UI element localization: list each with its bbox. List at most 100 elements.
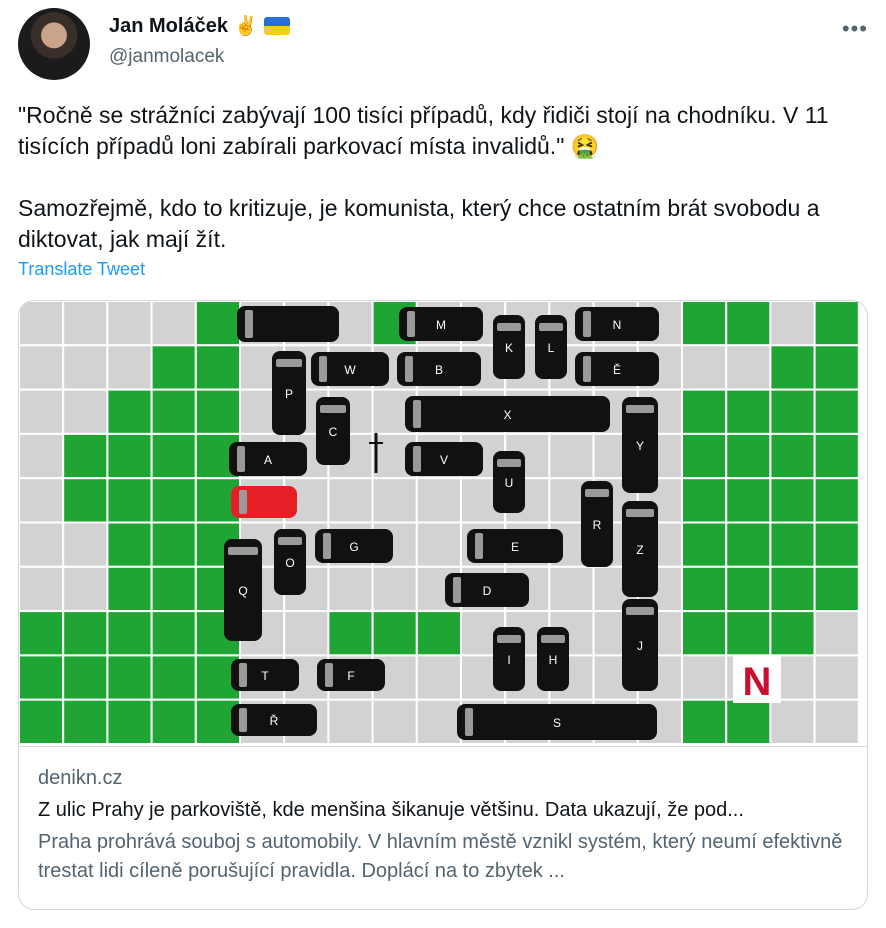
parking-cell: [371, 565, 418, 613]
vehicle-label: G: [349, 540, 358, 554]
vehicle-label: B: [435, 363, 443, 377]
parking-cell: [106, 477, 153, 524]
tweet-text: "Ročně se strážníci zabývají 100 tisíci …: [18, 100, 868, 255]
parking-cell: [769, 698, 816, 746]
card-image[interactable]: M N K L W B Ě P X C A V Y U R G E O Q Z D I H J T F Ř S N: [19, 301, 867, 747]
parking-cell: [725, 521, 772, 568]
vehicle-label: Y: [636, 439, 644, 453]
parking-cell: [813, 388, 860, 435]
vehicle-windshield: [497, 635, 521, 643]
parking-cell: [725, 610, 772, 657]
parking-cell: [725, 477, 772, 524]
parking-cell: [150, 654, 197, 701]
vehicle-windshield: [319, 356, 327, 382]
vehicle-label: N: [613, 318, 622, 332]
parking-cell: [769, 388, 816, 435]
parked-vehicle: K: [493, 315, 525, 379]
vehicle-windshield: [475, 533, 483, 559]
parking-cell: [769, 565, 816, 613]
parking-cell: [681, 477, 728, 524]
parked-vehicle: [237, 306, 339, 342]
vehicle-label: M: [436, 318, 446, 332]
tweet-header: Jan Moláček ✌️ @janmolacek •••: [18, 6, 868, 86]
translate-tweet-link[interactable]: Translate Tweet: [18, 259, 145, 280]
parking-cell: [19, 610, 65, 657]
vehicle-label: E: [511, 540, 519, 554]
vehicle-windshield: [465, 708, 473, 736]
more-options-icon[interactable]: •••: [842, 16, 868, 42]
author-name-row: Jan Moláček ✌️: [109, 14, 290, 38]
parking-cell: [19, 432, 65, 480]
parked-vehicle: N: [575, 307, 659, 341]
parking-cell: [150, 388, 197, 435]
card-description: Praha prohrává souboj s automobily. V hl…: [38, 831, 843, 882]
parking-cell: [371, 698, 418, 746]
parking-cell: [150, 301, 197, 347]
parking-cell: [371, 610, 418, 657]
vehicle-label: Z: [636, 543, 643, 557]
red-car: [231, 486, 297, 518]
vehicle-windshield: [239, 663, 247, 687]
parked-vehicle: D: [445, 573, 529, 607]
parking-cell: [813, 344, 860, 391]
parking-cell: [681, 565, 728, 613]
parking-cell: [725, 565, 772, 613]
parking-cell: [62, 654, 109, 701]
vehicle-windshield: [237, 446, 245, 472]
parking-cell: [813, 698, 860, 746]
vehicle-label: H: [549, 653, 558, 667]
parked-vehicle: I: [493, 627, 525, 691]
vehicle-label: K: [505, 341, 513, 355]
vehicle-windshield: [626, 607, 654, 615]
parking-cell: [769, 432, 816, 480]
card-meta: denikn.cz Z ulic Prahy je parkoviště, kd…: [38, 767, 850, 886]
parking-cell: [415, 654, 462, 701]
parking-cell: [194, 344, 242, 391]
vehicle-windshield: [325, 663, 333, 687]
parked-vehicle: S: [457, 704, 657, 740]
vehicle-windshield: [583, 311, 591, 337]
parking-cell: [106, 698, 153, 746]
parking-cell: [813, 477, 860, 524]
parking-cell: [681, 654, 728, 701]
parking-cell: [19, 521, 65, 568]
vehicle-windshield: [497, 459, 521, 467]
parked-vehicle: Ě: [575, 352, 659, 386]
vehicle-windshield: [626, 509, 654, 517]
vehicle-label: S: [553, 716, 561, 730]
parking-cell: [150, 477, 197, 524]
vehicle-windshield: [239, 708, 247, 732]
vehicle-windshield: [276, 359, 302, 367]
avatar[interactable]: [18, 8, 90, 80]
parked-vehicle: W: [311, 352, 389, 386]
parking-cell: [150, 521, 197, 568]
parking-cell: [769, 521, 816, 568]
parking-cell: [769, 610, 816, 657]
parking-cell: [150, 698, 197, 746]
parking-cell: [813, 432, 860, 480]
parking-cell: [62, 610, 109, 657]
vehicle-windshield: [413, 446, 421, 472]
vehicle-windshield: [320, 405, 346, 413]
parking-cell: [62, 698, 109, 746]
vehicle-windshield: [413, 400, 421, 428]
link-card[interactable]: M N K L W B Ě P X C A V Y U R G E O Q Z D I H J T F Ř S N denikn.cz …: [18, 300, 868, 910]
vehicle-label: R: [593, 518, 602, 532]
parked-vehicle: Q: [224, 539, 262, 641]
parking-cell: [62, 432, 109, 480]
vehicle-windshield: [626, 405, 654, 413]
vehicle-label: T: [261, 669, 269, 683]
vehicle-windshield: [245, 310, 253, 338]
vehicle-label: C: [329, 425, 338, 439]
vehicle-windshield: [497, 323, 521, 331]
parking-cell: [19, 388, 65, 435]
parking-cell: [548, 432, 595, 480]
vehicle-label: A: [264, 453, 272, 467]
parking-cell: [106, 301, 153, 347]
parking-cell: [19, 654, 65, 701]
vehicle-windshield: [585, 489, 609, 497]
vehicle-windshield: [539, 323, 563, 331]
vehicle-windshield: [407, 311, 415, 337]
author-handle[interactable]: @janmolacek: [109, 46, 224, 68]
author-name[interactable]: Jan Moláček: [109, 15, 228, 38]
